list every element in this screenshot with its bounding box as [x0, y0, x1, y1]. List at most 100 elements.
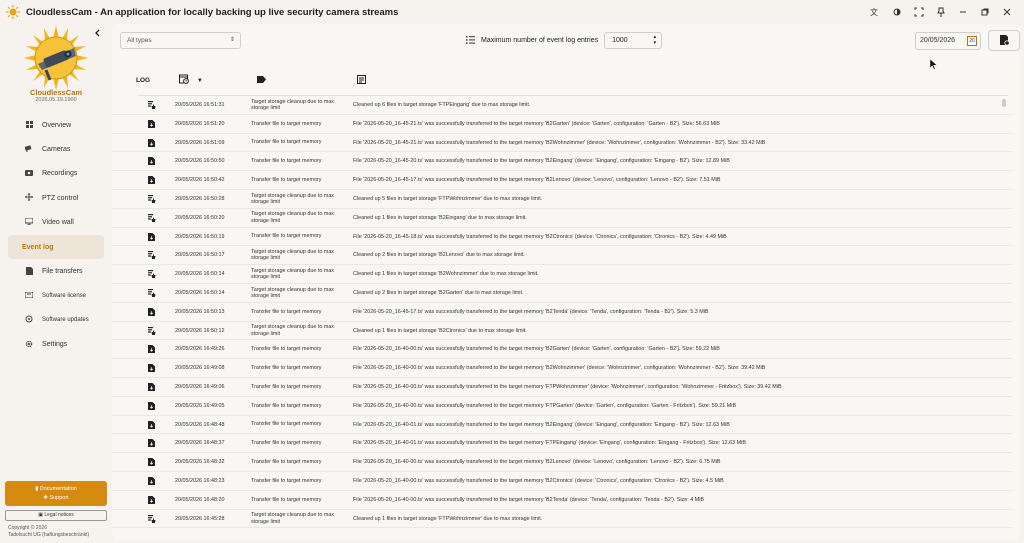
cleanup-icon: [148, 213, 156, 222]
table-row[interactable]: 20/05/2026 16:50:14 Target storage cleanu…: [112, 265, 1012, 284]
row-message: File '2026-05-20_16-40-00.ts' was succes…: [353, 383, 782, 390]
row-timestamp: 20/05/2026 16:48:48: [175, 421, 225, 428]
row-type: Transfer file to target memory: [251, 402, 322, 409]
legal-notices-button[interactable]: ▣ Legal notices: [5, 510, 107, 521]
sidebar-item-file-transfers[interactable]: File transfers: [8, 259, 104, 283]
row-timestamp: 20/05/2026 16:49:06: [175, 383, 225, 390]
row-message: Cleaned up 1 files in target storage 'B2…: [353, 271, 539, 278]
sidebar-item-settings[interactable]: Settings: [8, 333, 104, 357]
table-row[interactable]: 20/05/2026 16:48:32 Transfer file to targ…: [112, 453, 1012, 472]
clear-log-button[interactable]: [988, 30, 1020, 51]
table-row[interactable]: 20/05/2026 16:49:08 Transfer file to targ…: [112, 359, 1012, 378]
sidebar-item-label: PTZ control: [42, 194, 79, 202]
fullscreen-icon[interactable]: [910, 4, 928, 20]
table-row[interactable]: 20/05/2026 16:49:06 Transfer file to targ…: [112, 378, 1012, 397]
date-filter-input[interactable]: 20/05/2026 20: [915, 32, 981, 50]
row-message: File '2026-05-20_16-40-01.ts' was succes…: [353, 421, 730, 428]
type-column-header[interactable]: [257, 76, 266, 85]
table-row[interactable]: 20/05/2026 16:51:31 Target storage cleanu…: [112, 96, 1012, 115]
row-type: Transfer file to target memory: [251, 308, 322, 315]
support-icon: ✚: [43, 495, 48, 501]
cleanup-icon: [148, 514, 156, 523]
sidebar-item-recordings[interactable]: Recordings: [8, 162, 104, 186]
table-row[interactable]: 20/05/2026 16:51:20 Transfer file to targ…: [112, 115, 1012, 134]
grid-icon: [18, 120, 40, 130]
stepper-icon[interactable]: ▲ ▼: [653, 34, 657, 46]
row-timestamp: 20/05/2026 16:50:42: [175, 177, 225, 184]
table-row[interactable]: 20/05/2026 16:45:28 Target storage cleanu…: [112, 510, 1012, 529]
sidebar-item-software-license[interactable]: Software license: [8, 284, 104, 308]
row-type: Transfer file to target memory: [251, 496, 322, 503]
sidebar-item-overview[interactable]: Overview: [8, 113, 104, 137]
row-type: Transfer file to target memory: [251, 477, 322, 484]
calendar-clock-icon: [179, 74, 189, 84]
file-transfer-icon: [148, 138, 155, 147]
table-row[interactable]: 20/05/2026 16:50:50 Transfer file to targ…: [112, 152, 1012, 172]
row-timestamp: 20/05/2026 16:50:14: [175, 271, 225, 278]
app-name: CloudlessCam: [29, 88, 83, 97]
collapse-sidebar-icon[interactable]: [94, 29, 104, 40]
row-type: Target storage cleanup due to max storag…: [251, 512, 335, 525]
row-timestamp: 20/05/2026 16:48:20: [175, 496, 225, 503]
file-transfer-icon: [148, 307, 155, 316]
table-row[interactable]: 20/05/2026 16:48:37 Transfer file to targ…: [112, 434, 1012, 454]
close-icon[interactable]: [998, 4, 1016, 20]
sidebar-item-cameras[interactable]: Cameras: [8, 137, 104, 161]
row-timestamp: 20/05/2026 16:50:50: [175, 158, 225, 165]
message-column-header[interactable]: [357, 75, 366, 86]
table-row[interactable]: 20/05/2026 16:50:17 Target storage cleanu…: [112, 246, 1012, 266]
theme-toggle-icon[interactable]: [888, 4, 906, 20]
row-timestamp: 20/05/2026 16:50:13: [175, 308, 225, 315]
table-row[interactable]: 20/05/2026 16:50:13 Transfer file to targ…: [112, 303, 1012, 322]
book-icon: ▮: [35, 486, 39, 492]
select-arrows-icon: ⇕: [229, 37, 235, 43]
sidebar-item-label: Recordings: [42, 170, 78, 178]
row-timestamp: 20/05/2026 16:50:20: [175, 214, 225, 221]
row-message: File '2026-05-20_16-45-21.ts' was succes…: [353, 120, 720, 127]
row-message: File '2026-05-20_16-40-00.ts' was succes…: [353, 477, 724, 484]
translate-icon[interactable]: 文: [866, 4, 884, 20]
table-row[interactable]: 20/05/2026 16:50:12 Target storage cleanu…: [112, 322, 1012, 341]
sidebar-item-ptz-control[interactable]: PTZ control: [8, 186, 104, 210]
row-type: Target storage cleanup due to max storag…: [251, 324, 335, 337]
table-row[interactable]: 20/05/2026 16:48:20 Transfer file to targ…: [112, 491, 1012, 510]
table-row[interactable]: 20/05/2026 16:50:14 Target storage cleanu…: [112, 284, 1012, 303]
table-row[interactable]: 20/05/2026 16:50:28 Target storage cleanu…: [112, 190, 1012, 209]
max-entries-input[interactable]: 1000 ▲ ▼: [604, 32, 663, 49]
sidebar-item-software-updates[interactable]: Software updates: [8, 308, 104, 332]
table-row[interactable]: 20/05/2026 16:48:48 Transfer file to targ…: [112, 416, 1012, 435]
copyright: Copyright © 2026 Tadelsucht UG (haftungs…: [8, 525, 90, 538]
row-message: File '2026-05-20_16-40-00.ts' was succes…: [353, 402, 737, 409]
sidebar-item-label: Cameras: [42, 146, 71, 154]
row-message: File '2026-05-20_16-40-01.ts' was succes…: [353, 440, 746, 447]
sidebar-item-label: Video wall: [42, 219, 74, 227]
table-row[interactable]: 20/05/2026 16:50:19 Transfer file to targ…: [112, 228, 1012, 247]
table-row[interactable]: 20/05/2026 16:50:42 Transfer file to targ…: [112, 171, 1012, 190]
calendar-icon[interactable]: 20: [967, 36, 977, 46]
file-transfer-icon: [18, 266, 40, 277]
file-transfer-icon: [148, 495, 155, 504]
type-filter-select[interactable]: All types ⇕: [120, 32, 241, 49]
restore-icon[interactable]: [976, 4, 994, 20]
minimize-icon[interactable]: [954, 4, 972, 20]
time-sort-header[interactable]: ▼: [179, 74, 203, 86]
pin-icon[interactable]: [932, 4, 950, 20]
table-row[interactable]: 20/05/2026 16:50:20 Target storage cleanu…: [112, 209, 1012, 228]
table-row[interactable]: 20/05/2026 16:49:26 Transfer file to targ…: [112, 340, 1012, 360]
scrollbar[interactable]: [1002, 99, 1006, 107]
row-type: Transfer file to target memory: [251, 139, 322, 146]
sidebar-item-event-log[interactable]: Event log: [8, 234, 104, 260]
cloudlesscam-logo: [24, 26, 88, 90]
legal-icon: ▣: [38, 512, 43, 518]
documentation-support-button[interactable]: ▮ Documentation ✚ Support: [5, 481, 107, 506]
row-type: Target storage cleanup due to max storag…: [251, 98, 335, 111]
app-logo-icon: [6, 5, 20, 19]
log-column-header[interactable]: LOG: [136, 77, 150, 84]
table-row[interactable]: 20/05/2026 16:48:23 Transfer file to targ…: [112, 472, 1012, 491]
table-row[interactable]: 20/05/2026 16:51:09 Transfer file to targ…: [112, 134, 1012, 153]
file-transfer-icon: [148, 157, 155, 166]
row-type: Target storage cleanup due to max storag…: [251, 286, 335, 299]
sidebar-item-video-wall[interactable]: Video wall: [8, 211, 104, 235]
table-row[interactable]: 20/05/2026 16:49:05 Transfer file to targ…: [112, 397, 1012, 416]
cleanup-icon: [148, 288, 156, 297]
